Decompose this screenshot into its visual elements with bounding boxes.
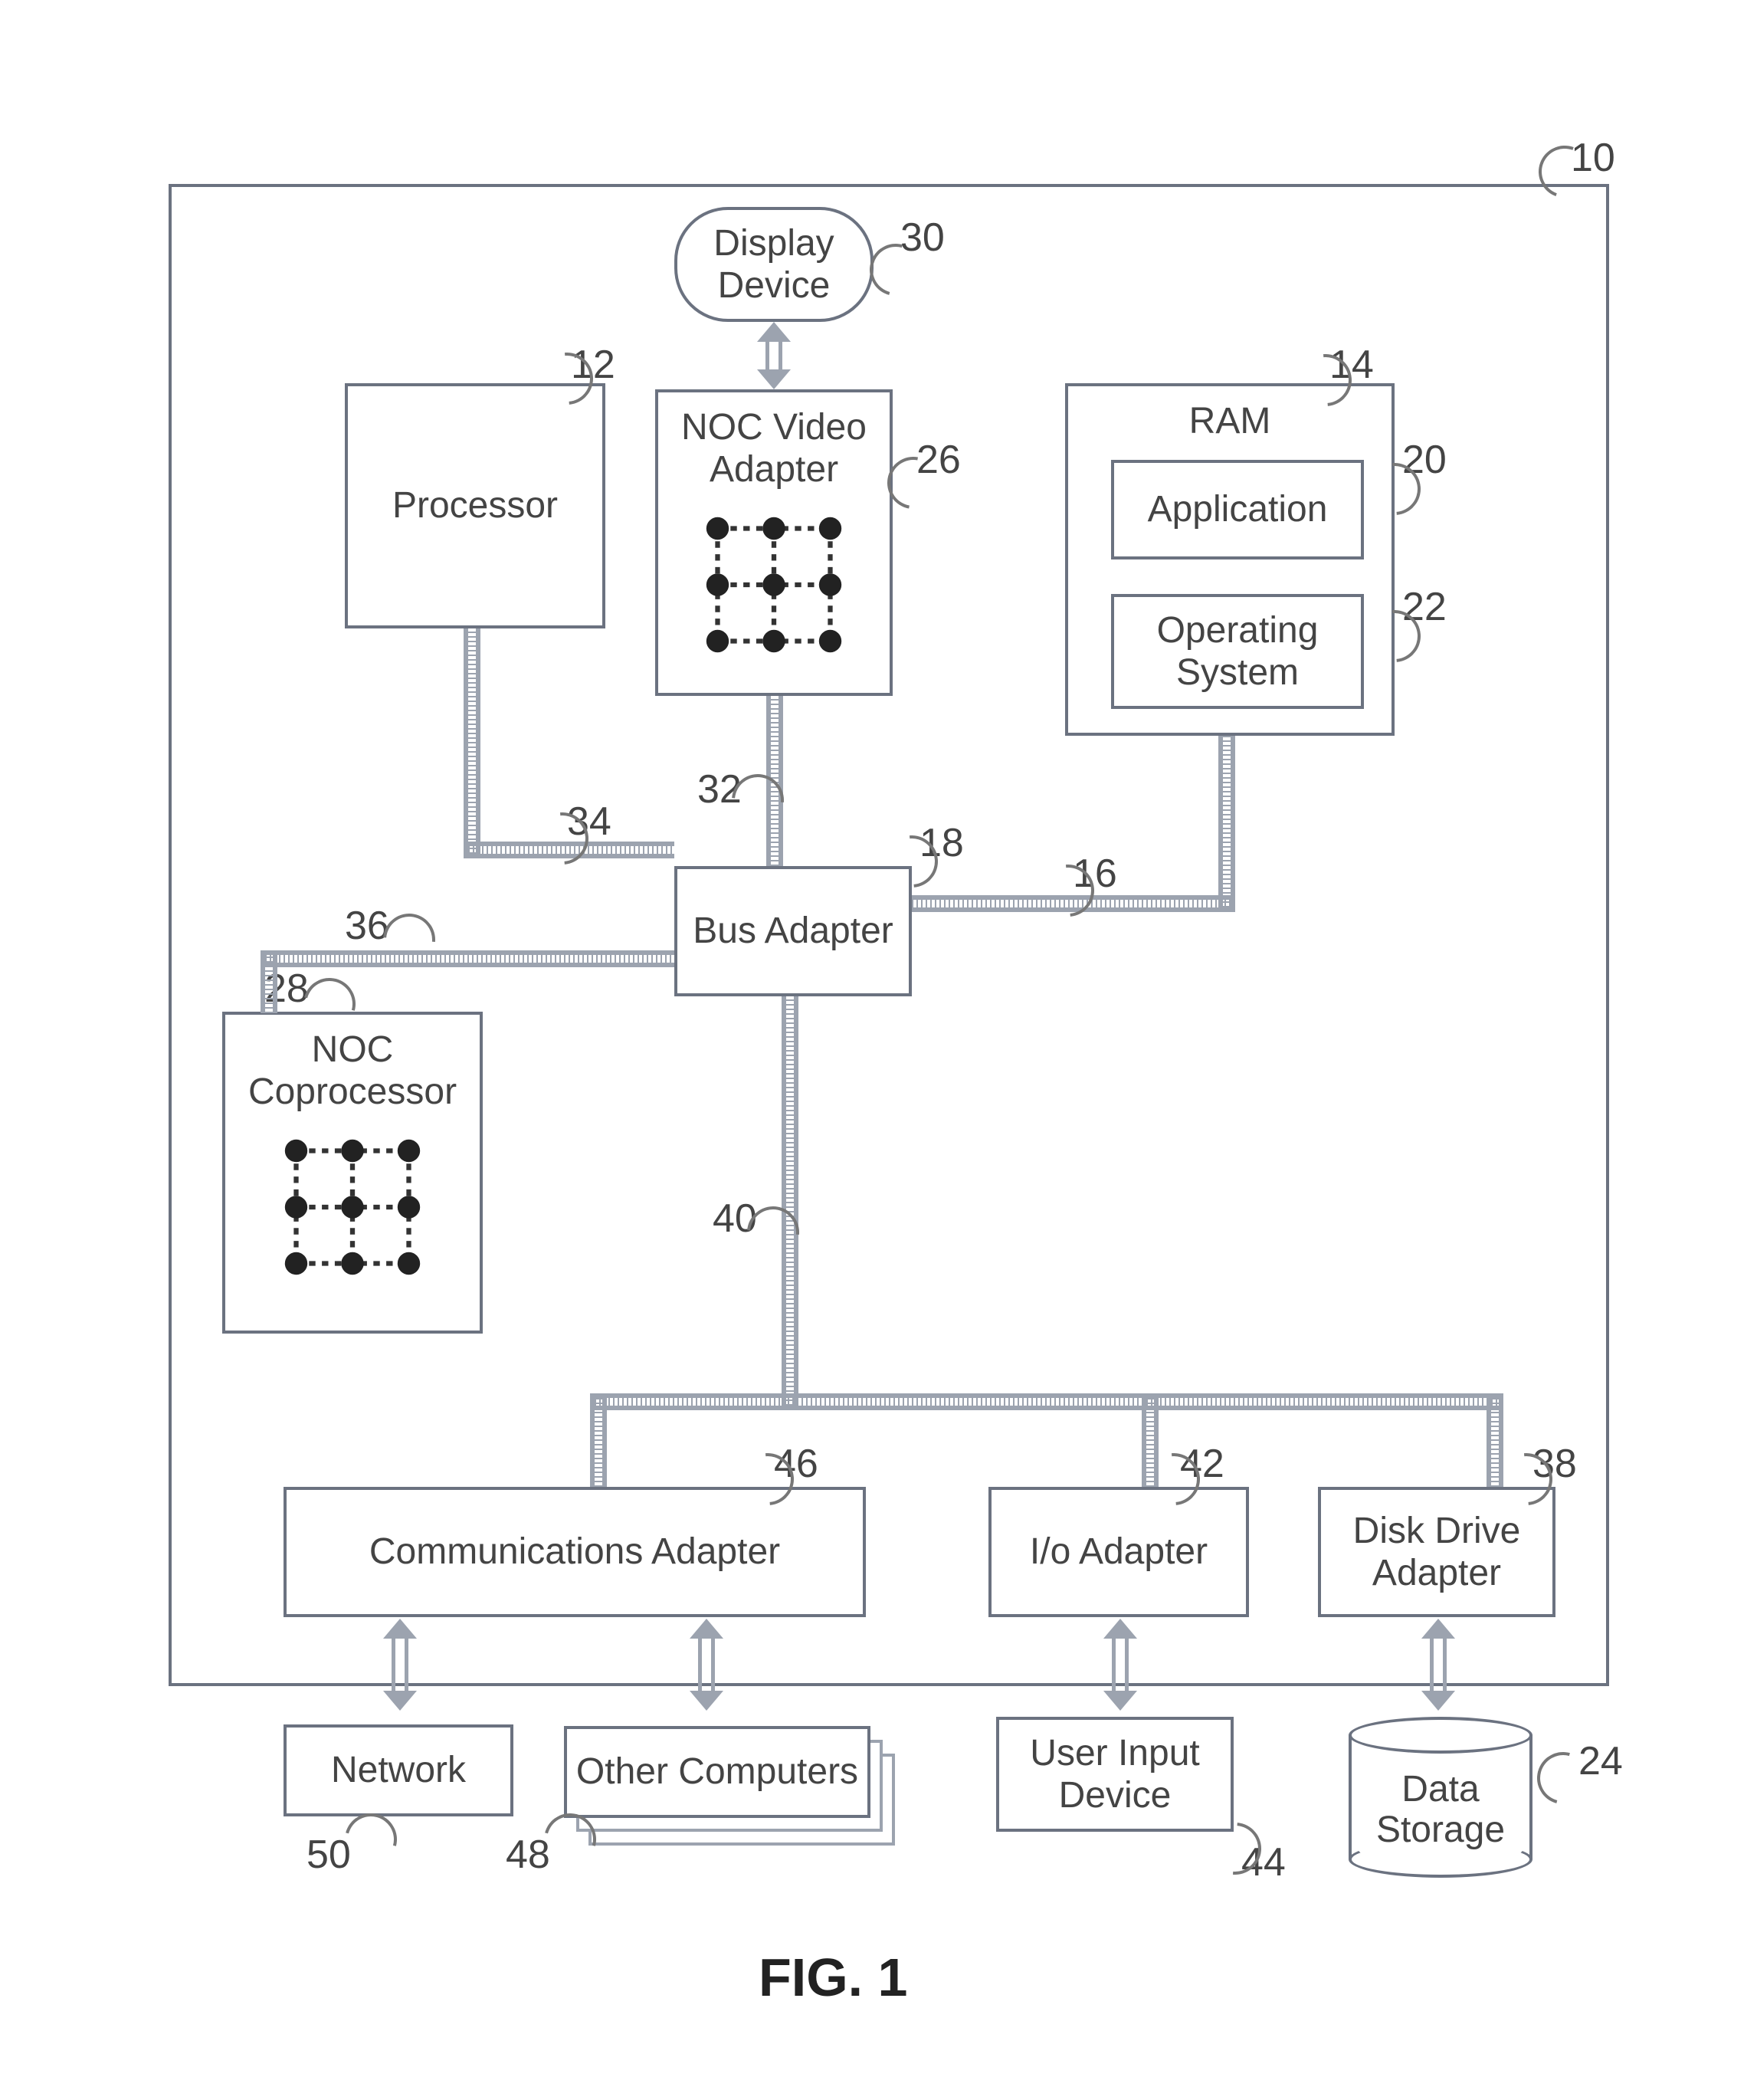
arrow-comm-other [690, 1619, 723, 1711]
bus-40-main [782, 996, 798, 1410]
dd-label: Disk Drive Adapter [1353, 1510, 1521, 1594]
ram-label: RAM [1189, 400, 1271, 442]
bus-36-v [261, 950, 277, 1013]
data-storage-block: Data Storage [1349, 1717, 1532, 1878]
user-input-block: User Input Device [996, 1717, 1234, 1832]
other-computers-label: Other Computers [576, 1751, 858, 1793]
figure-caption: FIG. 1 [759, 1947, 907, 2008]
noc-grid-icon-2 [272, 1127, 433, 1288]
display-label: Display Device [713, 222, 834, 307]
arrow-io-input [1103, 1619, 1137, 1711]
user-input-label: User Input Device [1030, 1732, 1199, 1816]
other-computers-block: Other Computers [564, 1726, 870, 1818]
bus-16-v [1218, 736, 1235, 912]
display-device: Display Device [674, 207, 874, 322]
io-adapter-block: I/o Adapter [988, 1487, 1249, 1617]
processor-block: Processor [345, 383, 605, 628]
bus-34-v [464, 628, 480, 858]
noc-video-adapter-block: NOC Video Adapter [655, 389, 893, 696]
bus-40-rail [590, 1393, 1502, 1410]
disk-drive-adapter-block: Disk Drive Adapter [1318, 1487, 1555, 1617]
bus-36-h [261, 950, 674, 967]
os-label: Operating System [1157, 609, 1319, 694]
arrow-display-video [757, 322, 791, 389]
arrow-comm-net [383, 1619, 417, 1711]
bus-adapter-label: Bus Adapter [693, 910, 893, 952]
io-label: I/o Adapter [1030, 1531, 1208, 1573]
bus-adapter-block: Bus Adapter [674, 866, 912, 996]
processor-label: Processor [392, 484, 558, 527]
network-label: Network [331, 1749, 466, 1791]
network-block: Network [284, 1724, 513, 1816]
comms-adapter-block: Communications Adapter [284, 1487, 866, 1617]
arrow-dd-storage [1421, 1619, 1455, 1711]
bus-40-drop-comm [590, 1393, 607, 1487]
noc-coprocessor-block: NOC Coprocessor [222, 1012, 483, 1334]
noc-coproc-label: NOC Coprocessor [248, 1029, 457, 1113]
os-block: Operating System [1111, 594, 1364, 709]
noc-video-label: NOC Video Adapter [681, 406, 867, 491]
application-label: Application [1148, 488, 1328, 530]
diagram-canvas: { "figure_caption": "FIG. 1", "outer_ref… [0, 0, 1757, 2100]
noc-grid-icon [693, 504, 854, 665]
comms-label: Communications Adapter [369, 1531, 780, 1573]
data-storage-label: Data Storage [1349, 1770, 1532, 1851]
application-block: Application [1111, 460, 1364, 559]
